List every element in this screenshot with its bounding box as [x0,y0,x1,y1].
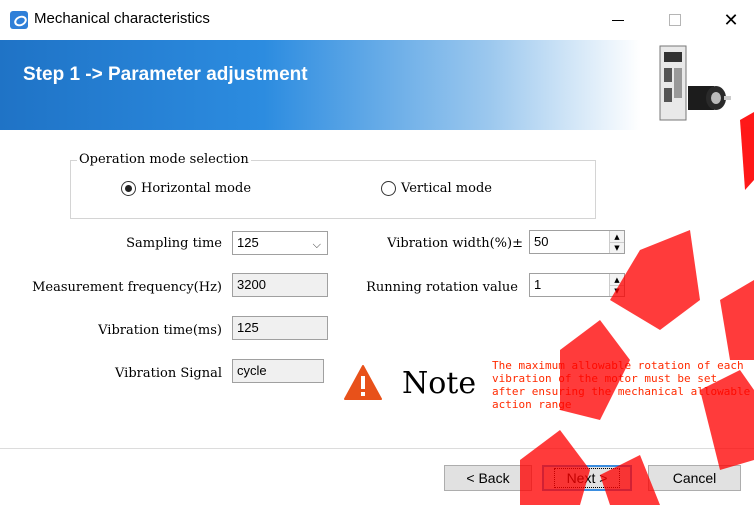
radio-selected-icon [121,181,136,196]
wizard-banner: Step 1 -> Parameter adjustment [0,40,754,130]
vibration-signal-label: Vibration Signal [115,366,222,381]
banner-title: Step 1 -> Parameter adjustment [23,64,308,85]
maximize-button[interactable] [652,6,698,34]
measurement-frequency-field[interactable]: 3200 [232,273,328,297]
chevron-down-icon: ⌵ [312,238,321,251]
radio-vertical-label: Vertical mode [401,181,492,196]
operation-mode-legend: Operation mode selection [77,152,251,167]
radio-unselected-icon [381,181,396,196]
operation-mode-group: Operation mode selection Horizontal mode… [70,152,596,219]
sampling-time-label: Sampling time [126,236,222,251]
close-icon: ✕ [723,9,739,31]
next-button-label: Next > [553,468,621,488]
minimize-button[interactable] [595,6,641,34]
running-rotation-value: 1 [534,277,542,292]
vibration-signal-field[interactable]: cycle [232,359,324,383]
window-title: Mechanical characteristics [34,10,210,27]
spin-down-icon[interactable]: ▼ [610,242,624,253]
minimize-icon [612,19,624,21]
maximize-icon [669,14,681,26]
sampling-time-select[interactable]: 125 ⌵ [232,231,328,255]
vibration-width-spinner[interactable]: 50 ▲ ▼ [529,230,625,254]
note-title: Note [402,366,477,401]
cancel-button[interactable]: Cancel [648,465,741,491]
footer-divider [0,448,754,449]
running-rotation-spinner[interactable]: 1 ▲ ▼ [529,273,625,297]
sampling-time-value: 125 [237,235,259,250]
vibration-time-field[interactable]: 125 [232,316,328,340]
spin-down-icon[interactable]: ▼ [610,285,624,296]
back-button[interactable]: < Back [444,465,532,491]
servo-drive-image [659,45,731,121]
measurement-frequency-label: Measurement frequency(Hz) [32,280,222,295]
radio-horizontal-label: Horizontal mode [141,181,252,196]
title-bar: Mechanical characteristics ✕ [0,0,754,40]
vibration-width-label: Vibration width(%)± [387,236,523,251]
vibration-width-spin[interactable]: ▲ ▼ [609,231,624,253]
note-text: The maximum allowable rotation of each v… [492,359,751,411]
close-button[interactable]: ✕ [708,6,754,34]
running-rotation-label: Running rotation value [366,280,518,295]
warning-icon [344,365,382,400]
radio-vertical-mode[interactable]: Vertical mode [381,181,492,196]
vibration-width-value: 50 [534,234,549,249]
running-rotation-spin[interactable]: ▲ ▼ [609,274,624,296]
app-icon [10,11,28,29]
radio-horizontal-mode[interactable]: Horizontal mode [121,181,251,196]
vibration-time-label: Vibration time(ms) [98,323,222,338]
next-button[interactable]: Next > [542,465,632,491]
